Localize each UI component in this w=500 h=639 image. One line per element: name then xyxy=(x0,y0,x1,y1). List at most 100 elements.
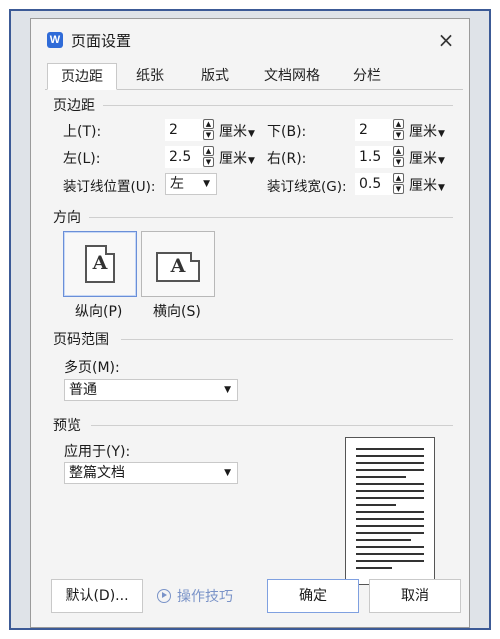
portrait-page-icon: A xyxy=(85,245,115,283)
portrait-label[interactable]: 纵向(P) xyxy=(75,301,122,321)
gutter-width-unit[interactable]: 厘米▼ xyxy=(409,175,445,195)
preview-line xyxy=(356,476,406,478)
page-letter: A xyxy=(170,255,186,277)
left-margin-unit[interactable]: 厘米▼ xyxy=(219,148,255,168)
caret-down-icon: ▼ xyxy=(224,468,231,478)
unit-text: 厘米 xyxy=(219,124,247,140)
spin-up-icon[interactable]: ▲ xyxy=(393,173,404,183)
spin-up-icon[interactable]: ▲ xyxy=(393,146,404,156)
preview-line xyxy=(356,518,424,520)
preview-line xyxy=(356,483,424,485)
apply-to-value: 整篇文档 xyxy=(69,465,125,481)
caret-down-icon: ▼ xyxy=(438,156,445,166)
tab-layout[interactable]: 版式 xyxy=(183,63,247,89)
preview-line xyxy=(356,497,424,499)
preview-section-title: 预览 xyxy=(53,418,81,434)
preview-line xyxy=(356,553,424,555)
caret-down-icon: ▼ xyxy=(438,183,445,193)
section-divider xyxy=(89,217,453,218)
unit-text: 厘米 xyxy=(409,178,437,194)
caret-down-icon: ▼ xyxy=(224,385,231,395)
right-margin-unit[interactable]: 厘米▼ xyxy=(409,148,445,168)
gutter-width-input[interactable]: 0.5 xyxy=(355,173,393,195)
section-divider xyxy=(121,339,453,340)
cancel-button[interactable]: 取消 xyxy=(369,579,461,613)
unit-text: 厘米 xyxy=(219,151,247,167)
orientation-section-title: 方向 xyxy=(53,210,81,226)
spin-down-icon[interactable]: ▼ xyxy=(203,157,214,167)
caret-down-icon: ▼ xyxy=(203,179,210,189)
gutter-position-select[interactable]: 左 ▼ xyxy=(165,173,217,195)
left-margin-label: 左(L): xyxy=(63,151,101,167)
dialog-title: 页面设置 xyxy=(71,32,132,50)
right-margin-label: 右(R): xyxy=(267,151,307,167)
portrait-button[interactable]: A xyxy=(63,231,137,297)
ok-button[interactable]: 确定 xyxy=(267,579,359,613)
right-margin-input[interactable]: 1.5 xyxy=(355,146,393,168)
gutter-width-label: 装订线宽(G): xyxy=(267,179,347,195)
play-icon xyxy=(157,589,171,603)
multiple-pages-label: 多页(M): xyxy=(64,360,120,376)
right-margin-spinner[interactable]: ▲ ▼ xyxy=(393,146,404,168)
spin-up-icon[interactable]: ▲ xyxy=(203,119,214,129)
multiple-pages-value: 普通 xyxy=(69,382,97,398)
top-margin-spinner[interactable]: ▲ ▼ xyxy=(203,119,214,141)
bottom-margin-unit[interactable]: 厘米▼ xyxy=(409,121,445,141)
top-margin-unit[interactable]: 厘米▼ xyxy=(219,121,255,141)
tab-columns[interactable]: 分栏 xyxy=(337,63,397,89)
left-margin-spinner[interactable]: ▲ ▼ xyxy=(203,146,214,168)
apply-to-select[interactable]: 整篇文档 ▼ xyxy=(64,462,238,484)
bottom-margin-input[interactable]: 2 xyxy=(355,119,393,141)
bottom-margin-label: 下(B): xyxy=(267,124,307,140)
multiple-pages-select[interactable]: 普通 ▼ xyxy=(64,379,238,401)
caret-down-icon: ▼ xyxy=(248,156,255,166)
page-letter: A xyxy=(92,252,108,274)
preview-line xyxy=(356,490,424,492)
tips-link[interactable]: 操作技巧 xyxy=(157,586,233,606)
spin-down-icon[interactable]: ▼ xyxy=(393,157,404,167)
tab-document-grid[interactable]: 文档网格 xyxy=(249,63,335,89)
spin-down-icon[interactable]: ▼ xyxy=(203,130,214,140)
preview-line xyxy=(356,539,411,541)
spin-up-icon[interactable]: ▲ xyxy=(203,146,214,156)
margins-section-title: 页边距 xyxy=(53,98,95,114)
gutter-position-label: 装订线位置(U): xyxy=(63,179,156,195)
tab-paper[interactable]: 纸张 xyxy=(119,63,181,89)
preview-line xyxy=(356,448,424,450)
page-range-section-title: 页码范围 xyxy=(53,332,109,348)
caret-down-icon: ▼ xyxy=(248,129,255,139)
preview-line xyxy=(356,511,424,513)
landscape-button[interactable]: A xyxy=(141,231,215,297)
caret-down-icon: ▼ xyxy=(438,129,445,139)
gutter-width-spinner[interactable]: ▲ ▼ xyxy=(393,173,404,195)
tips-label: 操作技巧 xyxy=(177,589,233,605)
default-button[interactable]: 默认(D)... xyxy=(51,579,143,613)
unit-text: 厘米 xyxy=(409,151,437,167)
spin-down-icon[interactable]: ▼ xyxy=(393,130,404,140)
spin-down-icon[interactable]: ▼ xyxy=(393,184,404,194)
preview-line xyxy=(356,525,424,527)
unit-text: 厘米 xyxy=(409,124,437,140)
preview-line xyxy=(356,560,424,562)
page-setup-dialog: W 页面设置 × 页边距 纸张 版式 文档网格 分栏 页边距 上(T): 2 ▲… xyxy=(30,18,470,628)
top-margin-label: 上(T): xyxy=(63,124,102,140)
landscape-label[interactable]: 横向(S) xyxy=(153,301,201,321)
title-bar: W 页面设置 × xyxy=(31,19,469,61)
bottom-margin-spinner[interactable]: ▲ ▼ xyxy=(393,119,404,141)
left-margin-input[interactable]: 2.5 xyxy=(165,146,203,168)
tab-bar: 页边距 纸张 版式 文档网格 分栏 xyxy=(45,63,463,90)
page-preview xyxy=(345,437,435,585)
preview-line xyxy=(356,469,424,471)
spin-up-icon[interactable]: ▲ xyxy=(393,119,404,129)
tab-margins[interactable]: 页边距 xyxy=(47,63,117,90)
landscape-page-icon: A xyxy=(156,252,200,282)
top-margin-input[interactable]: 2 xyxy=(165,119,203,141)
close-icon[interactable]: × xyxy=(435,29,457,51)
wps-writer-icon: W xyxy=(47,32,63,48)
preview-line xyxy=(356,462,424,464)
gutter-position-value: 左 xyxy=(170,176,184,192)
section-divider xyxy=(103,105,453,106)
preview-line xyxy=(356,567,392,569)
preview-line xyxy=(356,455,424,457)
preview-line xyxy=(356,504,396,506)
